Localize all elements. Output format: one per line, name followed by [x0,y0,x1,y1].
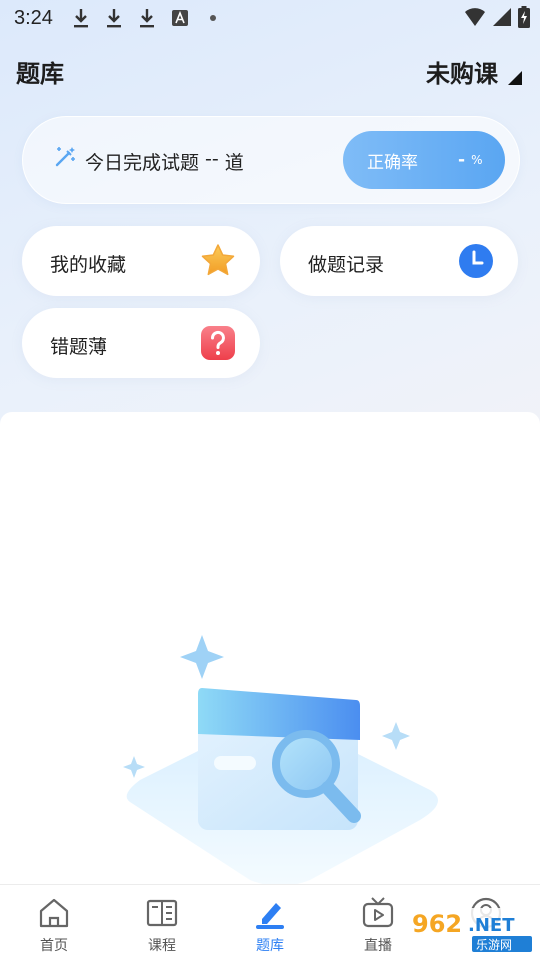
tab-label: 首页 [40,938,68,954]
wrong-questions-button[interactable]: 错题薄 [22,308,260,378]
tab-course[interactable]: 课程 [108,885,216,960]
today-unit: 道 [224,152,244,174]
status-time: 3:24 [14,6,53,29]
page-title: 题库 [16,60,64,88]
today-completed-text: 今日完成试题 -- 道 [85,148,244,175]
wifi-icon [464,7,486,31]
empty-state-illustration [123,635,439,886]
accuracy-unit: % [471,153,483,167]
accuracy-pill[interactable]: 正确率 - % [343,131,505,189]
tab-label: 直播 [364,938,392,954]
dot-icon [203,7,223,29]
tab-questions[interactable]: 题库 [216,885,324,960]
magic-wand-icon [53,145,77,169]
course-icon [144,895,180,931]
course-select-button[interactable]: 未购课 [426,54,522,89]
course-select-label: 未购课 [426,60,498,88]
today-prefix: 今日完成试题 [85,152,200,174]
font-a-icon [170,7,190,29]
watermark-caption: 乐游网 [476,938,512,952]
question-icon [200,325,236,361]
tab-home[interactable]: 首页 [0,885,108,960]
status-right-icons [464,6,530,32]
header: 题库 未购课 [0,46,540,94]
home-icon [36,895,72,931]
favorites-button[interactable]: 我的收藏 [22,226,260,296]
tab-label: 课程 [148,938,176,954]
tv-icon [360,895,396,931]
star-icon [200,243,236,279]
tile-label: 做题记录 [308,254,385,276]
accuracy-label: 正确率 [367,152,418,173]
download-icon [104,7,124,29]
question-list-panel [0,412,540,886]
accuracy-value: - [458,150,466,170]
today-summary-card: 今日完成试题 -- 道 正确率 - % [22,116,520,204]
clock-icon [458,243,494,279]
history-button[interactable]: 做题记录 [280,226,518,296]
tile-label: 错题薄 [50,336,108,358]
today-count: -- [205,148,219,170]
download-icon [137,7,157,29]
tab-label: 题库 [256,938,284,954]
battery-icon [518,6,530,32]
site-watermark: 962 .NET 乐游网 [408,908,532,952]
watermark-suffix: .NET [468,915,515,936]
signal-icon [492,7,512,31]
status-bar: 3:24 [0,0,540,36]
download-icon [71,7,91,29]
tile-label: 我的收藏 [50,254,127,276]
pen-icon [252,895,288,931]
watermark-number: 962 [412,910,462,938]
dropdown-corner-icon [508,71,522,85]
